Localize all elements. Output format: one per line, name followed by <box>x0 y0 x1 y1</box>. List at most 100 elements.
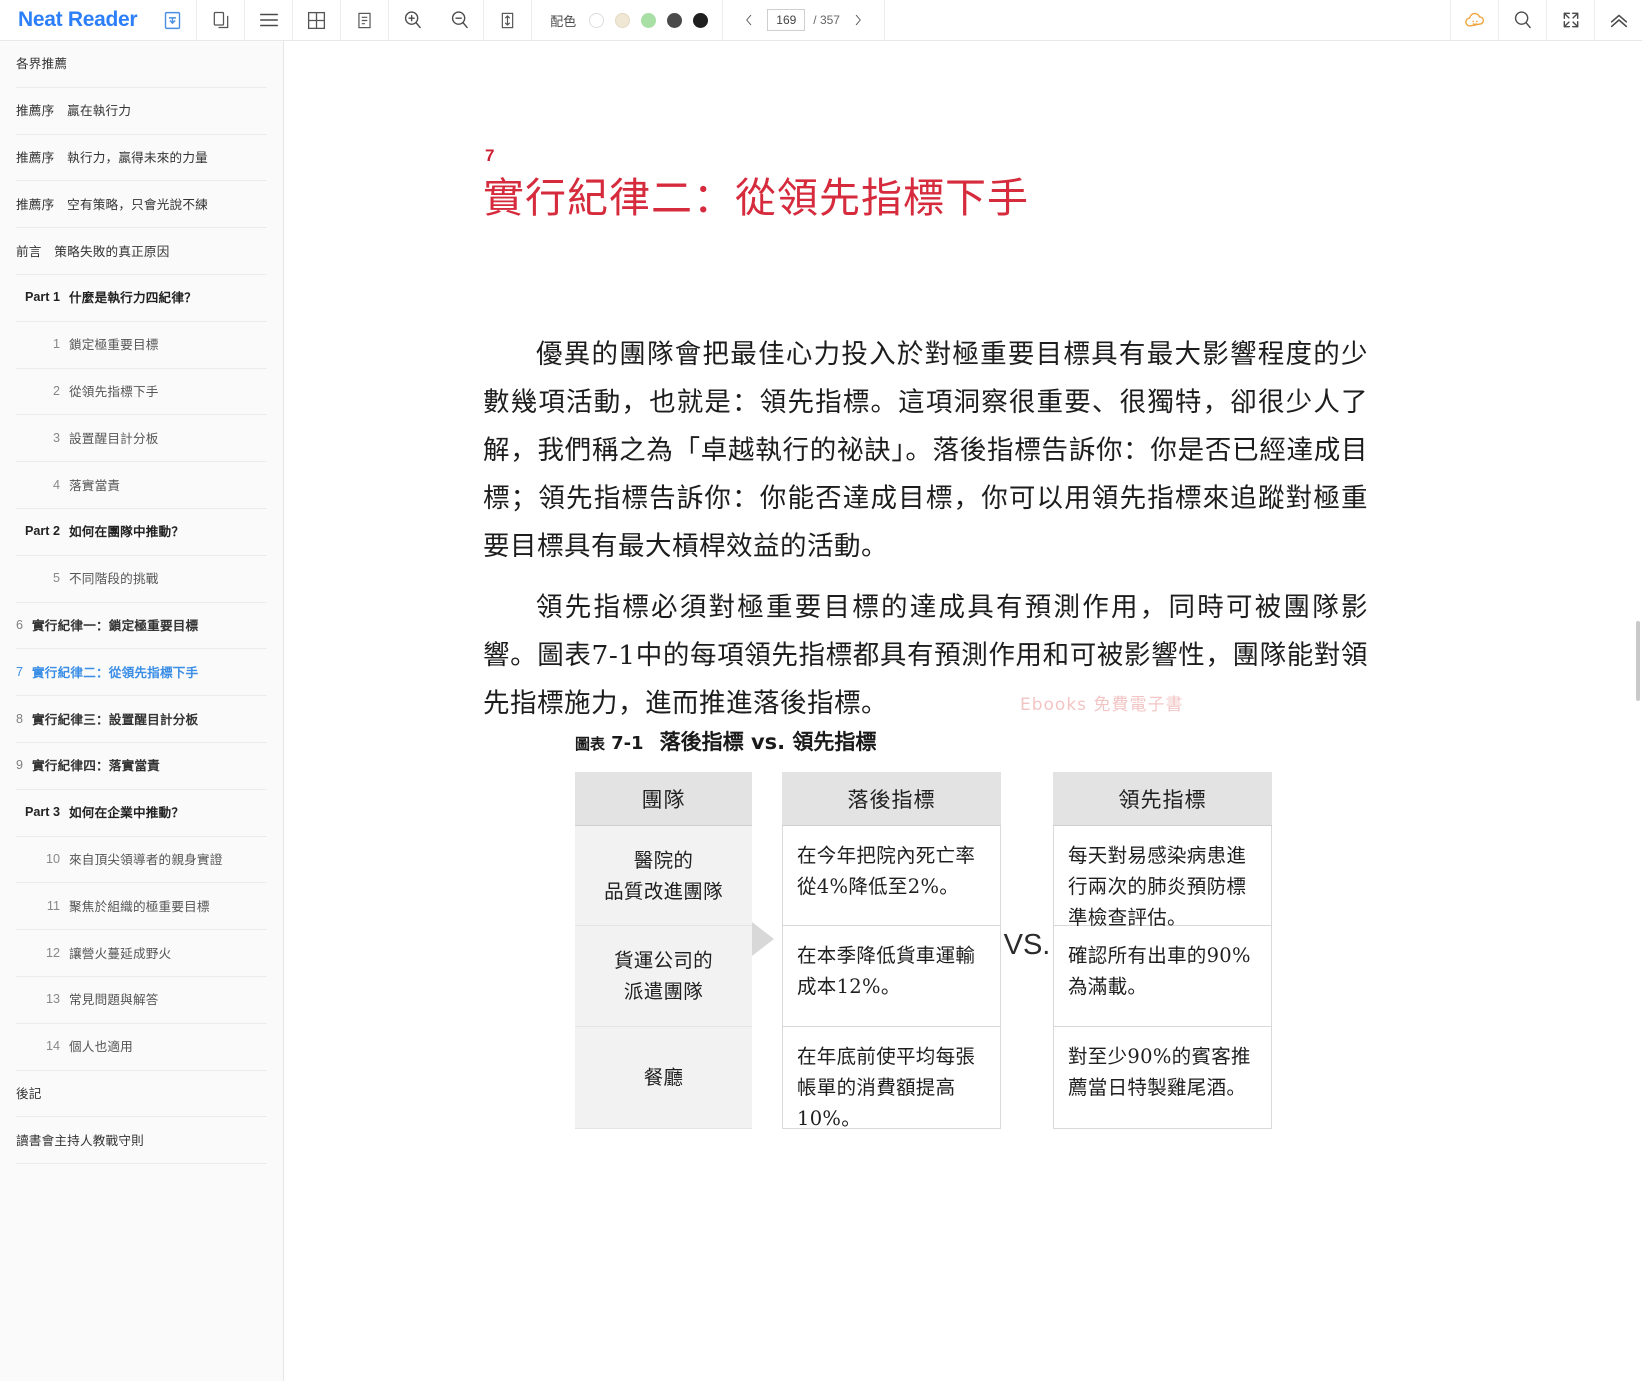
toc-sidebar[interactable]: 各界推薦推薦序 贏在執行力 推薦序 執行力，贏得未來的力量推薦序 空有策略，只會光… <box>0 41 284 1381</box>
color-swatch-green[interactable] <box>641 12 657 28</box>
chevron-right-icon[interactable] <box>848 6 868 34</box>
app-brand: Neat Reader <box>0 0 149 41</box>
sidebar-item-10[interactable]: 4 落實當責 <box>16 462 267 509</box>
sidebar-item-23[interactable]: 後記 <box>16 1071 267 1118</box>
table-row: 餐廳 <box>575 1027 752 1129</box>
sidebar-item-12[interactable]: 5 不同階段的挑戰 <box>16 556 267 603</box>
duplicate-icon[interactable] <box>197 0 244 41</box>
team-name-line-2: 派遣團隊 <box>623 980 704 1003</box>
collapse-chevrons-icon[interactable] <box>1595 0 1642 41</box>
color-swatch-gray[interactable] <box>667 12 683 28</box>
table-cell-lag: 在今年把院內死亡率從4%降低至2%。 <box>782 826 1001 926</box>
team-column: 團隊 醫院的 品質改進團隊 貨運公司的 派遣團隊 餐廳 <box>575 772 752 1129</box>
hamburger-menu-icon[interactable] <box>245 0 292 41</box>
app-title: Neat Reader <box>18 8 138 31</box>
sidebar-item-6[interactable]: Part 1 什麼是執行力四紀律？ <box>16 275 267 322</box>
toc-item-label: 落實當責 <box>69 477 121 493</box>
toc-item-number: 11 <box>46 898 60 913</box>
figure-caption-label: 圖表 <box>575 735 606 753</box>
toc-item-label: 讀書會主持人教戰守則 <box>16 1132 144 1148</box>
sidebar-item-4[interactable]: 推薦序 空有策略，只會光說不練 <box>16 181 267 229</box>
sidebar-item-7[interactable]: 1 鎖定極重要目標 <box>16 322 267 369</box>
figure-7-1: 圖表 7-1 落後指標 vs. 領先指標 團隊 醫院的 品質改進團隊 貨運公司的… <box>575 726 1275 1130</box>
sidebar-item-24[interactable]: 讀書會主持人教戰守則 <box>16 1117 267 1165</box>
single-page-layout-icon[interactable] <box>341 0 388 41</box>
zoom-in-icon[interactable] <box>389 0 436 41</box>
toc-item-number: Part 2 <box>24 524 60 539</box>
sidebar-item-1[interactable]: 各界推薦 <box>16 41 267 88</box>
table-cell-lead: 每天對易感染病患進行兩次的肺炎預防標準檢查評估。 <box>1053 826 1272 929</box>
sidebar-item-18[interactable]: 10 來自頂尖領導者的親身實證 <box>16 837 267 884</box>
scrollbar-thumb[interactable] <box>1636 621 1640 701</box>
chevron-left-icon[interactable] <box>739 6 759 34</box>
sidebar-item-8[interactable]: 2 從領先指標下手 <box>16 369 267 416</box>
toc-item-number: 14 <box>45 1039 60 1054</box>
sidebar-item-15[interactable]: 8 實行紀律三：設置醒目計分板 <box>16 696 267 743</box>
toc-item-label: 個人也適用 <box>69 1039 133 1055</box>
right-arrow-icon <box>752 922 774 956</box>
sidebar-item-17[interactable]: Part 3 如何在企業中推動？ <box>16 790 267 837</box>
sidebar-item-19[interactable]: 11 聚焦於組織的極重要目標 <box>16 883 267 931</box>
color-scheme-picker: 配色 <box>532 0 722 41</box>
toc-item-number: 2 <box>52 383 60 398</box>
color-swatch-sepia[interactable] <box>615 12 631 28</box>
reader-content: 7 實行紀律二：從領先指標下手 優異的團隊會把最佳心力投入於對極重要目標具有最大… <box>285 41 1642 1381</box>
toc-item-label: 前言 策略失敗的真正原因 <box>16 243 170 259</box>
sidebar-item-13[interactable]: 6 實行紀律一：鎖定極重要目標 <box>16 603 267 650</box>
color-swatch-black[interactable] <box>693 12 709 28</box>
figure-caption: 圖表 7-1 落後指標 vs. 領先指標 <box>575 726 1275 756</box>
fit-height-icon[interactable] <box>484 0 531 41</box>
toc-item-label: 實行紀律四：落實當責 <box>32 758 160 774</box>
toc-item-label: 推薦序 空有策略，只會光說不練 <box>16 196 208 212</box>
toc-item-label: 什麼是執行力四紀律？ <box>69 290 197 306</box>
toc-item-number: 8 <box>16 711 24 726</box>
toc-item-number: Part 3 <box>24 805 60 820</box>
toc-item-number: 3 <box>52 430 60 445</box>
fullscreen-icon[interactable] <box>1547 0 1594 41</box>
sidebar-item-21[interactable]: 13 常見問題與解答 <box>16 977 267 1024</box>
sidebar-item-22[interactable]: 14 個人也適用 <box>16 1024 267 1071</box>
sidebar-item-20[interactable]: 12 讓營火蔓延成野火 <box>16 930 267 977</box>
zoom-out-icon[interactable] <box>436 0 483 41</box>
page-number-input[interactable] <box>767 9 806 31</box>
toc-item-number: 13 <box>45 992 60 1007</box>
toc-item-number: 7 <box>16 664 24 679</box>
lead-column-header: 領先指標 <box>1053 772 1272 826</box>
table-row: 貨運公司的 派遣團隊 <box>575 926 752 1027</box>
toc-item-number: 1 <box>52 337 60 352</box>
comparison-table: 團隊 醫院的 品質改進團隊 貨運公司的 派遣團隊 餐廳 落後指標 在今年把院內死… <box>575 772 1275 1130</box>
search-icon[interactable] <box>1499 0 1546 41</box>
toc-item-label: 如何在企業中推動？ <box>69 805 185 821</box>
sidebar-item-11[interactable]: Part 2 如何在團隊中推動？ <box>16 509 267 556</box>
color-swatch-white[interactable] <box>589 12 605 28</box>
paragraph-2: 領先指標必須對極重要目標的達成具有預測作用，同時可被團隊影響。圖表7-1中的每項… <box>483 591 1368 719</box>
sidebar-item-9[interactable]: 3 設置醒目計分板 <box>16 415 267 463</box>
table-cell-lag: 在本季降低貨車運輸成本12%。 <box>782 926 1001 1027</box>
team-name-line-1: 餐廳 <box>643 1066 684 1089</box>
sidebar-item-14[interactable]: 7 實行紀律二：從領先指標下手 <box>16 649 267 697</box>
sidebar-item-5[interactable]: 前言 策略失敗的真正原因 <box>16 228 267 275</box>
lag-indicator-column: 落後指標 在今年把院內死亡率從4%降低至2%。 在本季降低貨車運輸成本12%。 … <box>782 772 1001 1130</box>
team-name-line-1: 貨運公司的 <box>613 949 713 972</box>
sidebar-item-2[interactable]: 推薦序 贏在執行力 <box>16 88 267 135</box>
library-icon[interactable] <box>149 0 196 41</box>
sidebar-item-3[interactable]: 推薦序 執行力，贏得未來的力量 <box>16 135 267 182</box>
lag-column-header: 落後指標 <box>782 772 1001 826</box>
figure-caption-title: 落後指標 vs. 領先指標 <box>659 730 877 754</box>
toc-item-label: 聚焦於組織的極重要目標 <box>69 898 210 914</box>
toc-item-label: 各界推薦 <box>16 56 68 72</box>
toc-item-number: 4 <box>52 477 60 492</box>
chapter-number: 7 <box>485 146 495 165</box>
cloud-sync-icon[interactable] <box>1451 0 1498 41</box>
color-scheme-label: 配色 <box>550 13 577 29</box>
toc-item-label: 如何在團隊中推動？ <box>69 524 185 540</box>
table-row: 醫院的 品質改進團隊 <box>575 826 752 926</box>
table-cell-lead: 對至少90%的賓客推薦當日特製雞尾酒。 <box>1053 1027 1272 1129</box>
team-name-line-1: 醫院的 <box>633 848 694 872</box>
content-scrollbar[interactable] <box>1634 41 1642 1381</box>
paragraph-1: 優異的團隊會把最佳心力投入於對極重要目標具有最大影響程度的少數幾項活動，也就是：… <box>483 338 1368 562</box>
sidebar-item-16[interactable]: 9 實行紀律四：落實當責 <box>16 743 267 790</box>
grid-layout-icon[interactable] <box>293 0 340 41</box>
toc-item-number: 9 <box>16 758 24 773</box>
